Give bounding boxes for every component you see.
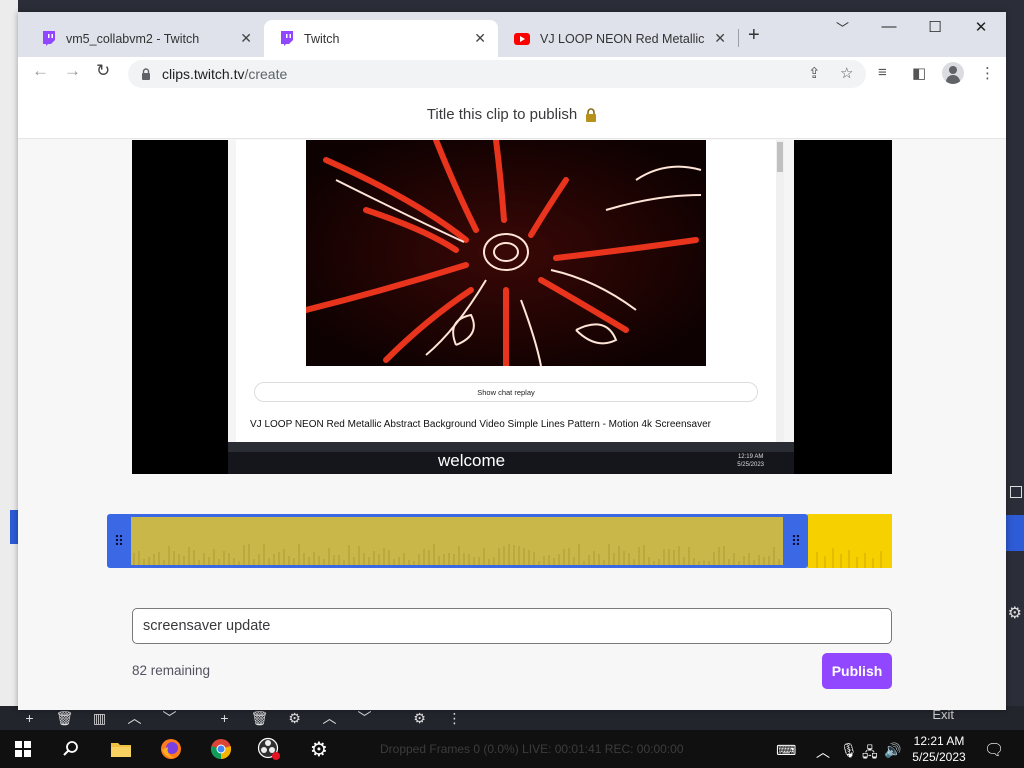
url-path: /create	[244, 66, 288, 82]
inner-video-title: VJ LOOP NEON Red Metallic Abstract Backg…	[250, 419, 711, 430]
obs-icon[interactable]	[254, 734, 284, 764]
inner-clock: 12:19 AM 5/25/2023	[737, 453, 764, 469]
tray-chevron-icon[interactable]: ︿	[816, 742, 830, 762]
bookmark-star-icon[interactable]: ☆	[840, 64, 853, 82]
youtube-icon	[514, 32, 530, 45]
tab-strip: vm5_collabvm2 - Twitch ✕ Twitch ✕ VJ LOO…	[18, 12, 1006, 57]
show-chat-replay-button: Show chat replay	[254, 382, 758, 402]
publish-button[interactable]: Publish	[822, 653, 892, 689]
windows-start-icon[interactable]	[8, 734, 38, 764]
timeline-selected-waveform	[131, 517, 783, 565]
tab-title: Twitch	[304, 31, 340, 46]
close-window-button[interactable]: ✕	[958, 18, 1004, 36]
tab-search-chevron-icon[interactable]: ﹀	[836, 18, 849, 37]
twitch-icon	[43, 30, 55, 46]
tab-vj-loop-neon[interactable]: VJ LOOP NEON Red Metallic Abs ✕	[498, 20, 738, 57]
tab-separator	[738, 29, 739, 47]
up-icon: ︿	[322, 710, 337, 726]
clip-editor-page: Title this clip to publish Show chat rep…	[18, 91, 1006, 710]
neon-tunnel-graphic	[306, 140, 706, 366]
captured-screen: Show chat replay VJ LOOP NEON Red Metall…	[228, 140, 794, 474]
volume-icon[interactable]: 🔊	[884, 742, 901, 759]
add-icon: +	[25, 710, 34, 726]
gear-icon: ⚙	[288, 709, 301, 726]
inner-time: 12:19 AM	[737, 454, 764, 460]
timeline-unselected-region[interactable]	[807, 514, 892, 568]
inner-obs-toolbar	[228, 442, 794, 452]
inner-date: 5/25/2023	[737, 462, 764, 468]
browser-window: vm5_collabvm2 - Twitch ✕ Twitch ✕ VJ LOO…	[18, 12, 1006, 710]
clip-timeline[interactable]: ⠿ ⠿	[107, 514, 892, 568]
reload-icon[interactable]: ↻	[96, 61, 110, 81]
clock-time: 12:21 AM	[913, 734, 965, 748]
waveform-graphic	[133, 544, 780, 565]
background-gear-icon: ⚙	[1007, 605, 1022, 622]
lock-icon	[142, 68, 150, 80]
clip-title-input[interactable]	[132, 608, 892, 644]
welcome-overlay-text: welcome	[438, 451, 506, 470]
share-icon[interactable]: ⇪	[808, 64, 821, 82]
minimize-button[interactable]: —	[866, 18, 912, 35]
down-icon: ﹀	[162, 710, 177, 726]
page-title: Title this clip to publish	[426, 106, 578, 123]
media-queue-icon[interactable]: ≡	[878, 64, 887, 81]
padlock-icon	[586, 107, 597, 122]
down-icon: ﹀	[357, 710, 372, 726]
firefox-icon[interactable]	[156, 734, 186, 764]
clip-video-preview[interactable]: Show chat replay VJ LOOP NEON Red Metall…	[132, 140, 892, 474]
close-icon[interactable]: ✕	[474, 30, 486, 47]
timeline-end-handle[interactable]: ⠿	[784, 514, 808, 568]
back-arrow-icon[interactable]: ←	[32, 61, 49, 81]
tab-twitch[interactable]: Twitch ✕	[264, 20, 498, 57]
windows-taskbar: ⚙ Dropped Frames 0 (0.0%) LIVE: 00:01:41…	[0, 730, 1024, 768]
network-icon[interactable]: 🖧	[862, 742, 878, 766]
remaining-characters: 82 remaining	[132, 663, 211, 678]
taskbar-clock[interactable]: 12:21 AM 5/25/2023	[900, 733, 978, 765]
chrome-icon[interactable]	[206, 734, 236, 764]
settings-gear-icon[interactable]: ⚙	[304, 734, 334, 764]
inner-scrollbar	[776, 140, 784, 442]
side-panel-icon[interactable]: ◧	[912, 64, 926, 82]
background-status-text: Dropped Frames 0 (0.0%) LIVE: 00:01:41 R…	[380, 742, 684, 756]
timeline-selected-range[interactable]: ⠿ ⠿	[107, 514, 808, 568]
search-icon[interactable]	[56, 734, 86, 764]
maximize-button[interactable]: ☐	[912, 18, 958, 36]
background-window-icon	[1010, 486, 1022, 498]
filter-icon: ▥	[92, 709, 107, 726]
timeline-start-handle[interactable]: ⠿	[107, 514, 131, 568]
close-icon[interactable]: ✕	[240, 30, 252, 47]
page-header: Title this clip to publish	[18, 91, 1006, 139]
neon-video-frame	[306, 140, 706, 366]
menu-kebab-icon[interactable]: ⋮	[980, 64, 995, 82]
tab-title: VJ LOOP NEON Red Metallic Abs	[540, 31, 706, 46]
url-host: clips.twitch.tv	[162, 66, 245, 82]
file-explorer-icon[interactable]	[106, 734, 136, 764]
waveform-graphic	[816, 548, 882, 568]
background-left-panel	[0, 0, 18, 730]
inner-taskbar	[228, 452, 794, 474]
profile-avatar-icon[interactable]	[942, 62, 964, 84]
trash-icon: 🗑	[55, 709, 74, 726]
more-icon: ⋮	[447, 709, 462, 726]
tab-title: vm5_collabvm2 - Twitch	[66, 31, 200, 46]
forward-arrow-icon[interactable]: →	[64, 61, 81, 81]
keyboard-icon[interactable]: ⌨	[776, 742, 796, 759]
up-icon: ︿	[127, 710, 142, 726]
microphone-icon[interactable]: 🎙	[840, 742, 858, 759]
captured-youtube-page: Show chat replay VJ LOOP NEON Red Metall…	[236, 140, 784, 442]
browser-toolbar: ← → ↻ clips.twitch.tv/create ⇪ ☆ ≡ ◧ ⋮	[18, 57, 1006, 91]
gear-icon: ⚙	[413, 709, 426, 726]
tab-vm5-collabvm2[interactable]: vm5_collabvm2 - Twitch ✕	[26, 20, 264, 57]
add-icon: +	[220, 710, 229, 726]
close-icon[interactable]: ✕	[714, 30, 726, 47]
trash-icon: 🗑	[250, 709, 269, 726]
new-tab-button[interactable]: +	[748, 24, 760, 47]
twitch-icon	[281, 30, 293, 46]
clock-date: 5/25/2023	[912, 750, 966, 764]
address-bar[interactable]: clips.twitch.tv/create	[128, 60, 866, 88]
notification-icon[interactable]: 🗨	[984, 740, 1004, 760]
